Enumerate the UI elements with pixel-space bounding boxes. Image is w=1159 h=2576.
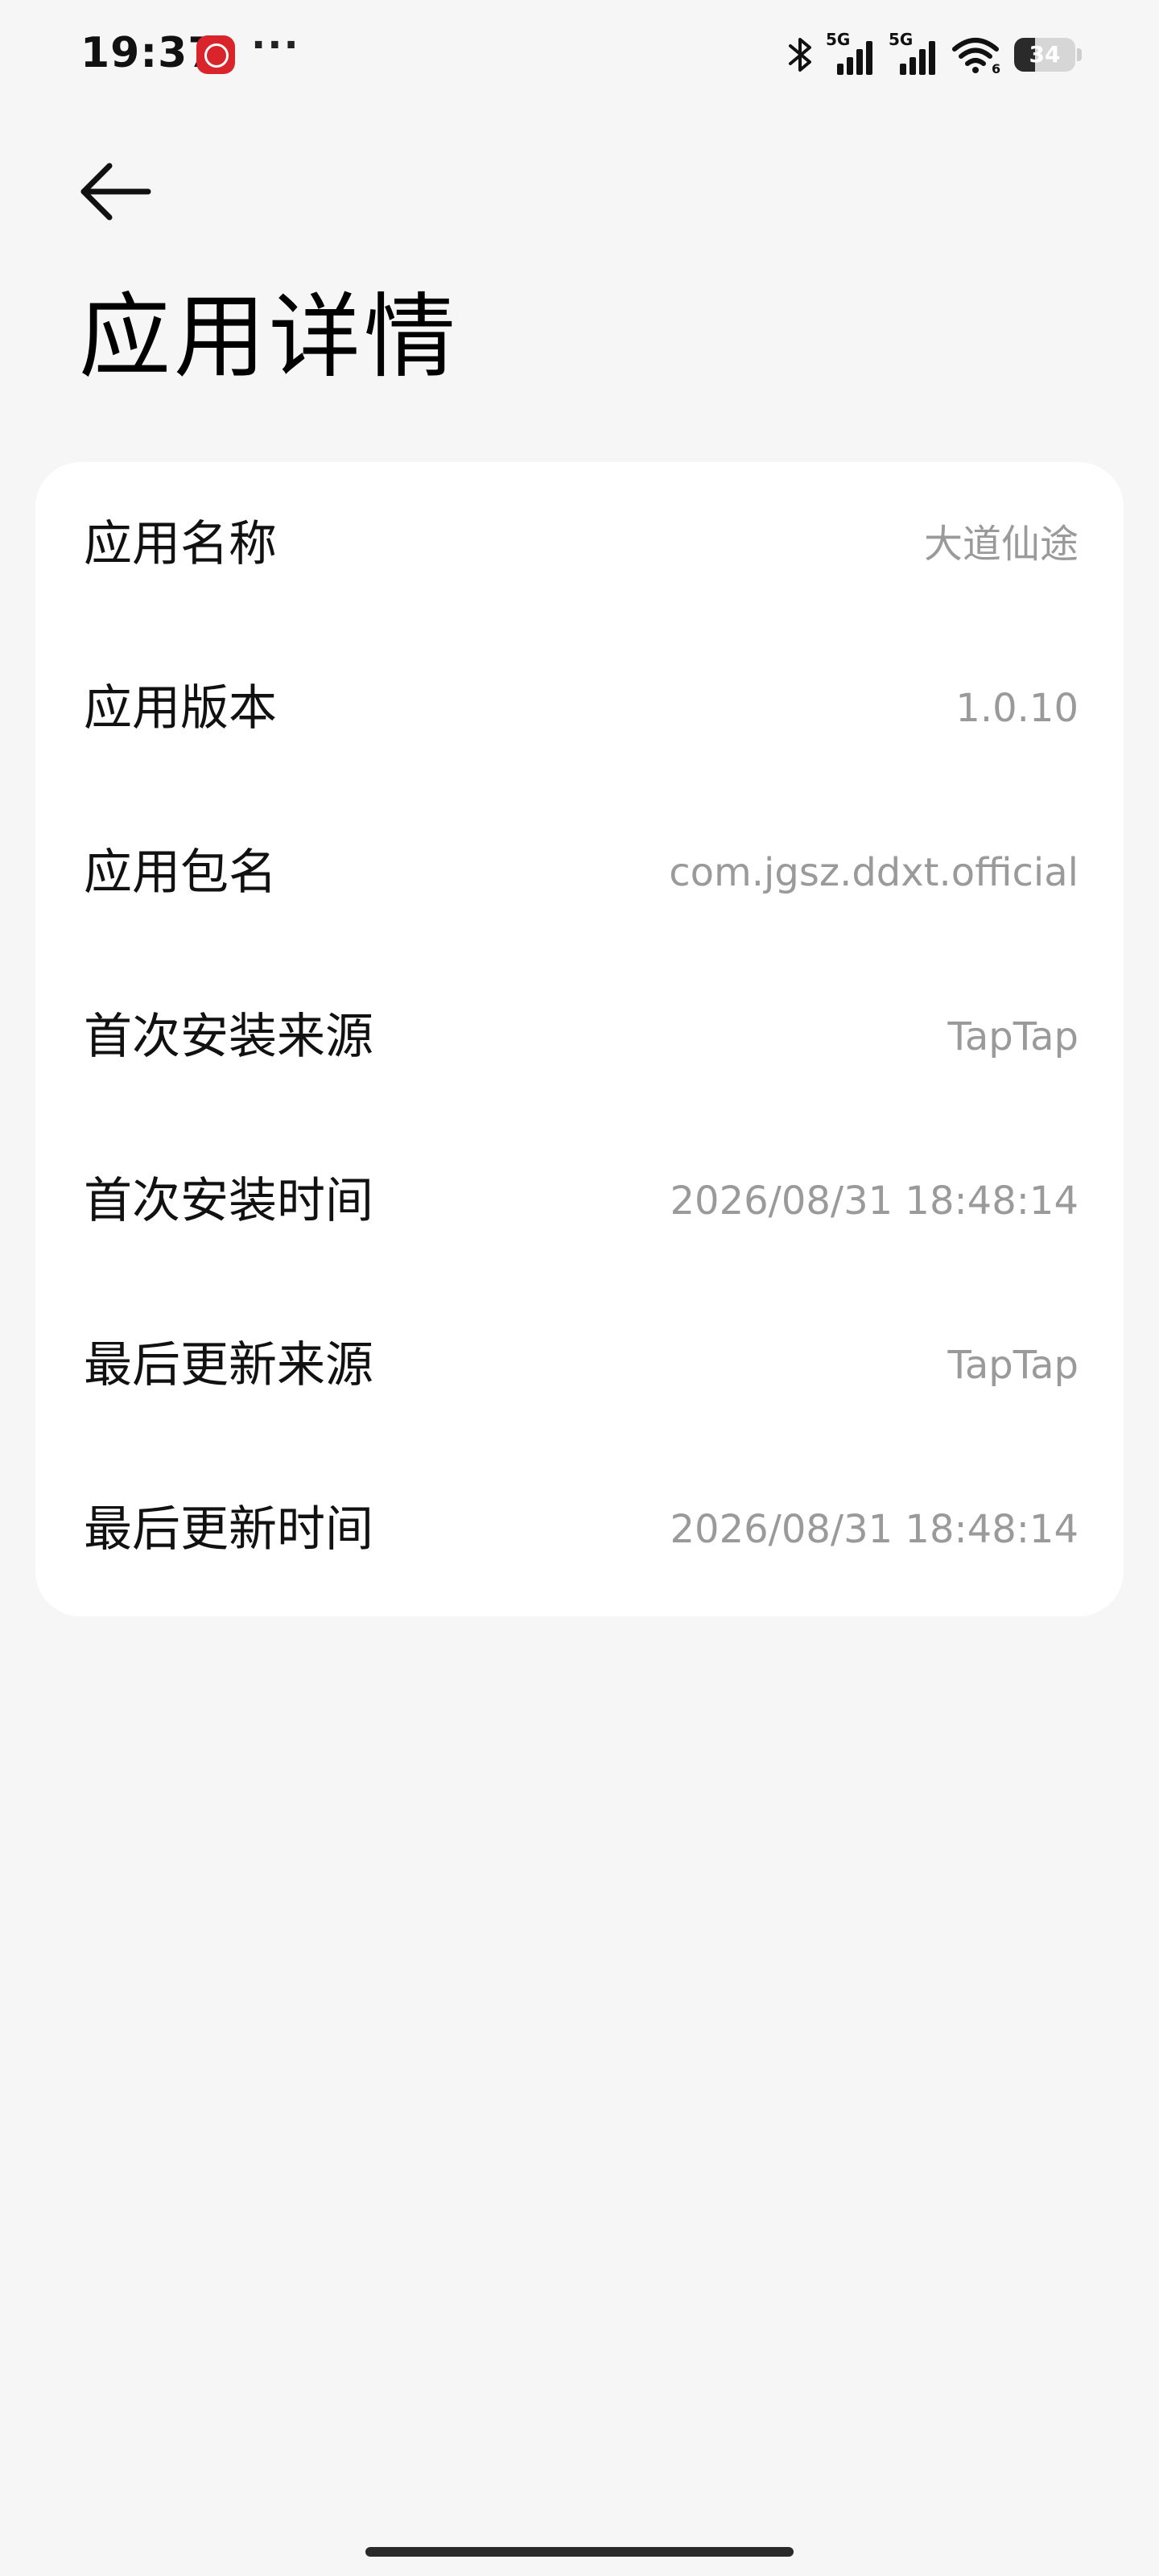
wifi-icon: 6: [951, 35, 1003, 75]
signal-tag: 5G: [826, 30, 851, 49]
detail-row-first-install-time: 首次安装时间 2026/08/31 18:48:14: [35, 1119, 1124, 1283]
detail-row-app-version: 应用版本 1.0.10: [35, 626, 1124, 791]
detail-label: 最后更新来源: [84, 1337, 373, 1393]
detail-value: 1.0.10: [955, 686, 1079, 731]
detail-value: 大道仙途: [923, 522, 1079, 567]
back-arrow-icon: [80, 163, 151, 221]
detail-value: com.jgsz.ddxt.official: [669, 850, 1079, 895]
detail-label: 应用包名: [84, 844, 277, 901]
more-notifications-icon: ···: [251, 23, 300, 68]
detail-row-last-update-time: 最后更新时间 2026/08/31 18:48:14: [35, 1447, 1124, 1612]
detail-row-last-update-source: 最后更新来源 TapTap: [35, 1283, 1124, 1447]
detail-label: 应用版本: [84, 680, 277, 737]
bluetooth-icon: [787, 35, 815, 75]
battery-icon: 34: [1014, 38, 1082, 72]
back-button[interactable]: [74, 158, 158, 225]
battery-level: 34: [1029, 41, 1061, 68]
status-bar: 19:37 ··· 5G 5G 6 34: [0, 0, 1159, 109]
detail-label: 首次安装来源: [84, 1009, 373, 1065]
detail-label: 应用名称: [84, 516, 277, 572]
detail-row-app-name: 应用名称 大道仙途: [35, 462, 1124, 626]
detail-value: TapTap: [947, 1014, 1079, 1059]
detail-row-package-name: 应用包名 com.jgsz.ddxt.official: [35, 791, 1124, 955]
detail-value: 2026/08/31 18:48:14: [670, 1179, 1079, 1224]
home-indicator[interactable]: [365, 2547, 794, 2557]
signal-5g-icon: 5G: [889, 30, 940, 78]
signal-5g-icon: 5G: [826, 30, 877, 78]
wifi-badge: 6: [992, 61, 1000, 75]
detail-value: 2026/08/31 18:48:14: [670, 1507, 1079, 1552]
detail-value: TapTap: [947, 1343, 1079, 1388]
app-details-card: 应用名称 大道仙途 应用版本 1.0.10 应用包名 com.jgsz.ddxt…: [35, 462, 1124, 1616]
detail-label: 最后更新时间: [84, 1501, 373, 1558]
detail-row-first-install-source: 首次安装来源 TapTap: [35, 955, 1124, 1119]
detail-label: 首次安装时间: [84, 1173, 373, 1229]
signal-tag: 5G: [889, 30, 914, 49]
status-icons: 5G 5G 6 34: [787, 29, 1082, 80]
page-title: 应用详情: [79, 283, 460, 390]
notification-app-icon: [196, 35, 235, 74]
